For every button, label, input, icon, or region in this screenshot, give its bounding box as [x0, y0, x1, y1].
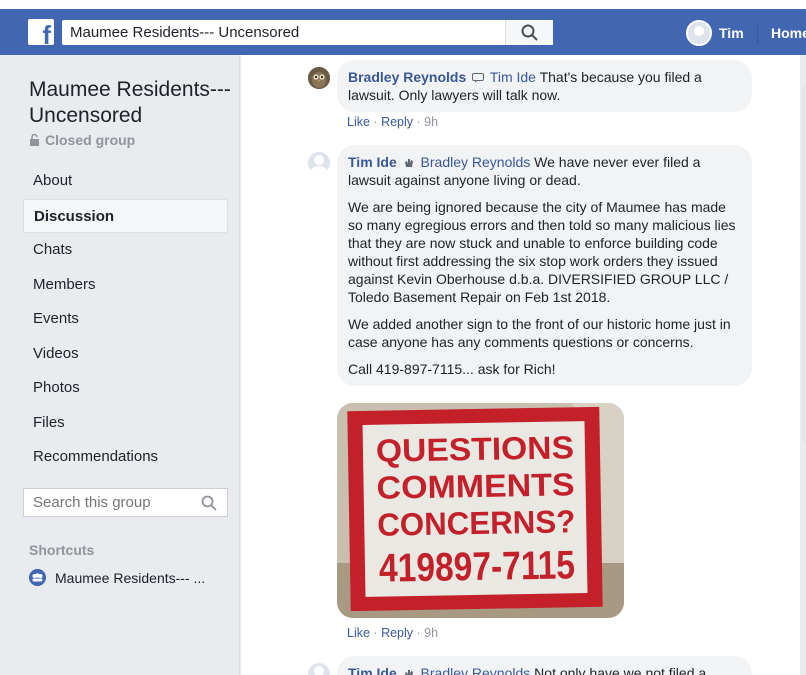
comment-author[interactable]: Bradley Reynolds [348, 69, 466, 85]
search-button[interactable] [505, 20, 553, 45]
user-avatar[interactable] [686, 20, 712, 46]
search-icon [521, 24, 538, 41]
nav-divider [757, 22, 758, 44]
nav-item-files[interactable]: Files [23, 406, 228, 441]
like-link[interactable]: Like [347, 626, 370, 640]
top-bar: f Tim Home [0, 0, 806, 55]
home-link[interactable]: Home [771, 25, 806, 41]
comment-actions: Like · Reply · 9h [347, 626, 439, 640]
nav-item-discussion[interactable]: Discussion [23, 198, 228, 233]
nav-item-videos[interactable]: Videos [23, 337, 228, 372]
sign-line-1: QUESTIONS [376, 429, 575, 468]
sign-line-2: COMMENTS [376, 466, 575, 505]
nav-item-photos[interactable]: Photos [23, 371, 228, 406]
shortcuts-header: Shortcuts [29, 542, 95, 558]
global-search-input[interactable] [62, 20, 502, 45]
comment-time[interactable]: 9h [424, 626, 438, 640]
nav-item-about[interactable]: About [23, 164, 228, 199]
owl-avatar-icon [308, 67, 330, 89]
commenter-avatar[interactable] [308, 152, 330, 174]
like-link[interactable]: Like [347, 115, 370, 129]
sign-photo: QUESTIONS COMMENTS CONCERNS? 419897-7115 [337, 403, 624, 618]
group-type-label: Closed group [45, 132, 136, 148]
reply-link[interactable]: Reply [381, 626, 413, 640]
nav-item-members[interactable]: Members [23, 268, 228, 303]
commenter-avatar[interactable] [308, 67, 330, 89]
reply-arrow-icon [472, 73, 485, 83]
left-sidebar: Maumee Residents--- Uncensored Closed gr… [0, 55, 240, 675]
comment-paragraph: Call 419-897-7115... ask for Rich! [348, 361, 556, 377]
shortcut-label: Maumee Residents--- ... [55, 569, 206, 586]
nav-item-chats[interactable]: Chats [23, 233, 228, 268]
group-search[interactable] [23, 488, 228, 517]
comment-mention[interactable]: Bradley Reynolds [421, 665, 531, 675]
reply-link[interactable]: Reply [381, 115, 413, 129]
comment-photo[interactable]: QUESTIONS COMMENTS CONCERNS? 419897-7115 [337, 403, 624, 618]
waving-hand-icon [404, 670, 413, 675]
group-nav: About Discussion Chats Members Events Vi… [23, 164, 228, 475]
waving-hand-icon [404, 159, 413, 167]
group-title[interactable]: Maumee Residents--- Uncensored [29, 77, 234, 129]
comment-bubble: Tim Ide Bradley Reynolds We have never e… [337, 145, 752, 386]
group-search-input[interactable] [24, 489, 194, 516]
comment-author[interactable]: Tim Ide [348, 154, 397, 170]
facebook-f-icon[interactable]: f [28, 19, 54, 48]
comment-text: Not only have we not filed a [534, 665, 707, 675]
sign-line-3: CONCERNS? [377, 503, 576, 542]
sign-line-4: 419897-7115 [379, 543, 576, 590]
group-privacy: Closed group [29, 132, 135, 148]
comment-time[interactable]: 9h [424, 115, 438, 129]
profile-link[interactable]: Tim [719, 25, 744, 41]
right-column-edge [800, 55, 806, 675]
shortcut-item[interactable]: Maumee Residents--- ... [29, 569, 205, 586]
nav-item-events[interactable]: Events [23, 302, 228, 337]
nav-item-recommendations[interactable]: Recommendations [23, 440, 228, 475]
comment-actions: Like · Reply · 9h [347, 115, 439, 129]
group-icon [29, 569, 46, 586]
comment-bubble: Tim Ide Bradley Reynolds Not only have w… [337, 656, 752, 675]
lock-icon [30, 134, 39, 146]
comment-bubble: Bradley Reynolds Tim Ide That's because … [337, 60, 752, 112]
comment-paragraph: We are being ignored because the city of… [348, 199, 736, 305]
comment-mention[interactable]: Bradley Reynolds [421, 154, 531, 170]
global-search[interactable] [62, 20, 553, 45]
comment-mention[interactable]: Tim Ide [490, 69, 536, 85]
comment-paragraph: We added another sign to the front of ou… [348, 316, 731, 350]
search-icon[interactable] [201, 495, 217, 511]
comment-author[interactable]: Tim Ide [348, 665, 397, 675]
